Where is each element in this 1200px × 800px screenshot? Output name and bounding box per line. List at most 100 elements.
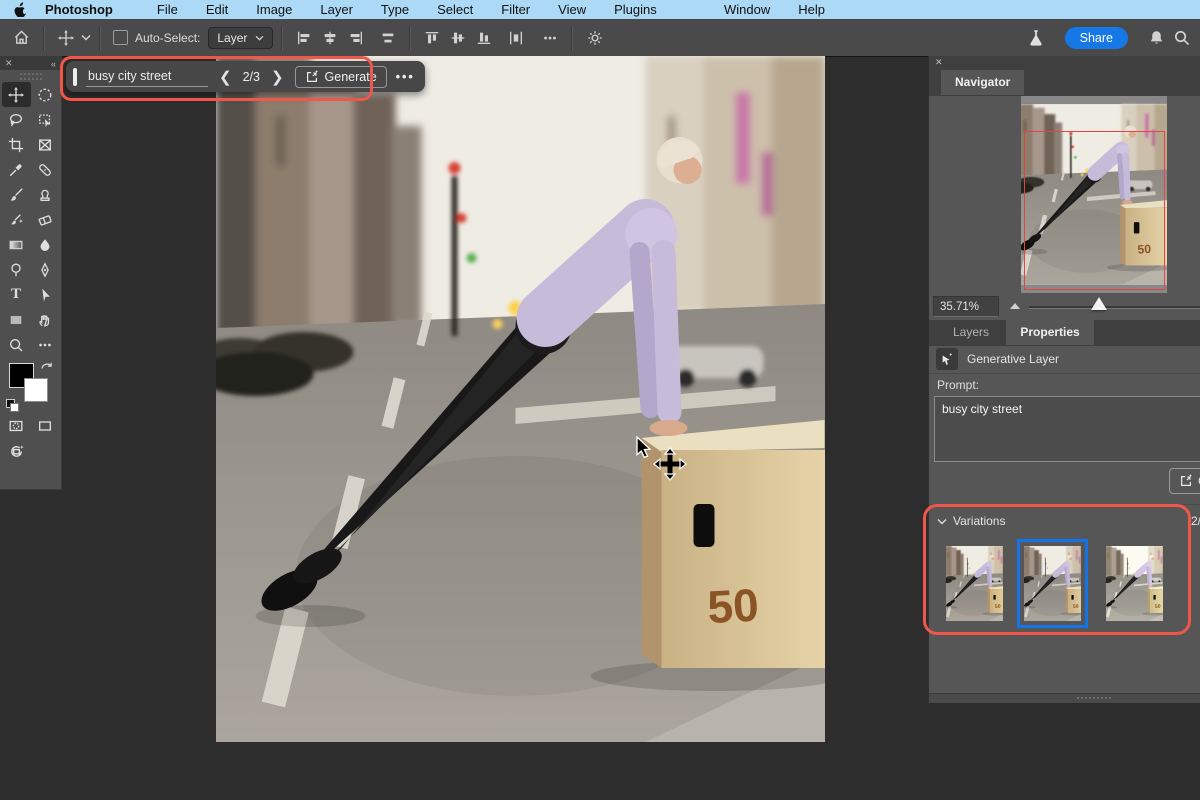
- variations-chevron-icon: [937, 518, 947, 525]
- auto-select-checkbox[interactable]: [113, 30, 128, 45]
- tool-rectangle[interactable]: [2, 307, 31, 332]
- navigator-thumbnail[interactable]: [1021, 96, 1167, 293]
- taskbar-prompt-input[interactable]: busy city street: [86, 67, 208, 87]
- panel-resize-grip[interactable]: [929, 693, 1200, 703]
- bell-icon[interactable]: [1148, 29, 1165, 47]
- tool-zoom[interactable]: [2, 332, 31, 357]
- align-middle-vertical-icon[interactable]: [445, 25, 471, 51]
- menu-layer[interactable]: Layer: [306, 2, 367, 17]
- align-right-icon[interactable]: [343, 25, 369, 51]
- auto-select-target-dropdown[interactable]: Layer: [208, 27, 273, 49]
- menu-items-right: WindowHelp: [710, 0, 839, 19]
- more-options-icon[interactable]: [537, 25, 563, 51]
- generative-layer-label: Generative Layer: [967, 352, 1059, 366]
- menu-window[interactable]: Window: [710, 2, 784, 17]
- tool-eraser[interactable]: [31, 207, 60, 232]
- distribute-horizontal-icon[interactable]: [503, 25, 529, 51]
- tool-type[interactable]: T: [2, 282, 31, 307]
- generate-image-tool[interactable]: [2, 438, 31, 463]
- tool-crop[interactable]: [2, 132, 31, 157]
- color-controls: [0, 361, 61, 413]
- zoom-slider-thumb[interactable]: [1091, 297, 1107, 310]
- menu-filter[interactable]: Filter: [487, 2, 544, 17]
- variations-header[interactable]: Variations: [937, 514, 1005, 528]
- menu-type[interactable]: Type: [367, 2, 423, 17]
- tab-navigator[interactable]: Navigator: [941, 70, 1024, 95]
- menu-plugins[interactable]: Plugins: [600, 2, 671, 17]
- canvas-photo: [216, 56, 825, 742]
- apple-logo-icon[interactable]: [14, 2, 27, 17]
- beta-flask-icon[interactable]: [1027, 28, 1045, 47]
- variation-thumb-3[interactable]: [1106, 546, 1163, 621]
- align-top-icon[interactable]: [419, 25, 445, 51]
- zoom-slider-track[interactable]: [1029, 306, 1200, 309]
- taskbar-more-icon[interactable]: •••: [396, 70, 415, 84]
- tool-object-selection[interactable]: [31, 107, 60, 132]
- background-color-swatch[interactable]: [24, 378, 48, 402]
- zoom-out-icon[interactable]: [1009, 302, 1021, 310]
- toolbar-close-icon[interactable]: ✕: [5, 58, 13, 69]
- generative-layer-row: Generative Layer: [929, 344, 1200, 374]
- tool-gradient[interactable]: [2, 232, 31, 257]
- tool-pen[interactable]: [31, 257, 60, 282]
- chevron-down-icon[interactable]: [81, 34, 91, 41]
- tool-dodge[interactable]: [2, 257, 31, 282]
- tool-remove[interactable]: [2, 207, 31, 232]
- variation-thumb-2-selected[interactable]: [1024, 546, 1081, 621]
- search-icon[interactable]: [1173, 29, 1190, 46]
- generative-layer-icon: [936, 348, 958, 370]
- taskbar-drag-handle[interactable]: [73, 68, 77, 86]
- menu-items: FileEditImageLayerTypeSelectFilterViewPl…: [143, 2, 671, 17]
- distribute-vertical-icon[interactable]: [375, 25, 401, 51]
- tool-lasso[interactable]: [2, 107, 31, 132]
- tab-layers[interactable]: Layers: [939, 320, 1003, 345]
- menu-bar: Photoshop FileEditImageLayerTypeSelectFi…: [0, 0, 1200, 19]
- tool-edit-toolbar[interactable]: [31, 332, 60, 357]
- next-variation-icon[interactable]: ❯: [269, 68, 286, 86]
- previous-variation-icon[interactable]: ❮: [217, 68, 234, 86]
- prompt-textarea[interactable]: busy city street: [934, 396, 1200, 462]
- generate-button[interactable]: Generate: [295, 66, 387, 88]
- tool-hand[interactable]: [31, 307, 60, 332]
- panel-generate-button[interactable]: Generate: [1169, 468, 1200, 494]
- home-icon[interactable]: [8, 25, 35, 51]
- swap-colors-icon[interactable]: [40, 361, 53, 374]
- align-center-horizontal-icon[interactable]: [317, 25, 343, 51]
- document-canvas[interactable]: [216, 56, 825, 742]
- align-bottom-icon[interactable]: [471, 25, 497, 51]
- auto-select-label: Auto-Select:: [135, 31, 200, 45]
- tool-brush[interactable]: [2, 182, 31, 207]
- variation-thumb-1[interactable]: [946, 546, 1003, 621]
- app-title[interactable]: Photoshop: [45, 2, 113, 17]
- screen-mode-button[interactable]: [31, 413, 60, 438]
- zoom-percent-field[interactable]: 35.71%: [933, 296, 999, 317]
- toolbar-collapse-icon[interactable]: «: [51, 59, 56, 69]
- share-button[interactable]: Share: [1065, 27, 1128, 49]
- tool-spot-healing[interactable]: [31, 157, 60, 182]
- align-left-icon[interactable]: [291, 25, 317, 51]
- toolbar-grip[interactable]: [20, 73, 42, 80]
- quick-mask-toggle[interactable]: [2, 413, 31, 438]
- menu-view[interactable]: View: [544, 2, 600, 17]
- tab-properties[interactable]: Properties: [1006, 320, 1093, 345]
- tool-path-selection[interactable]: [31, 282, 60, 307]
- panel-close-icon[interactable]: ✕: [935, 57, 943, 68]
- menu-image[interactable]: Image: [242, 2, 306, 17]
- tool-move[interactable]: [2, 82, 31, 107]
- menu-edit[interactable]: Edit: [192, 2, 242, 17]
- tool-blur[interactable]: [31, 232, 60, 257]
- default-colors-icon[interactable]: [6, 399, 17, 410]
- gear-icon[interactable]: [581, 25, 609, 51]
- navigator-view-rectangle[interactable]: [1024, 131, 1165, 290]
- tool-elliptical-marquee[interactable]: [31, 82, 60, 107]
- prompt-label: Prompt:: [937, 378, 979, 392]
- menu-help[interactable]: Help: [784, 2, 839, 17]
- tool-eyedropper[interactable]: [2, 157, 31, 182]
- menu-select[interactable]: Select: [423, 2, 487, 17]
- tool-frame[interactable]: [31, 132, 60, 157]
- variations-label: Variations: [953, 514, 1005, 528]
- move-tool-preset-icon[interactable]: [53, 25, 79, 51]
- tools-panel: ✕ «: [0, 56, 62, 490]
- tool-clone-stamp[interactable]: [31, 182, 60, 207]
- menu-file[interactable]: File: [143, 2, 192, 17]
